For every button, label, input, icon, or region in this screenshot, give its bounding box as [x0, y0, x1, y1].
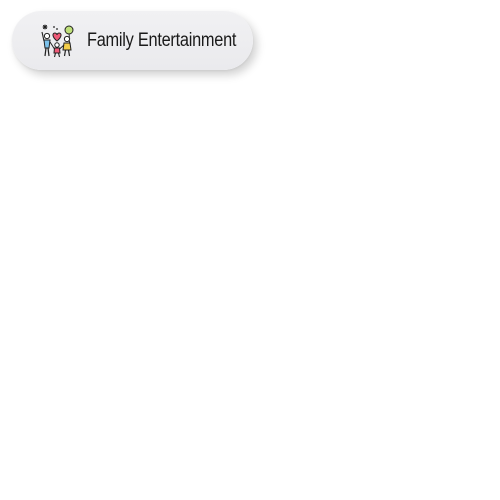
chip-label: Family Entertainment	[87, 29, 237, 51]
family-entertainment-chip[interactable]: Family Entertainment	[12, 11, 253, 70]
page: Family Entertainment	[0, 0, 500, 500]
family-entertainment-icon	[41, 24, 74, 57]
